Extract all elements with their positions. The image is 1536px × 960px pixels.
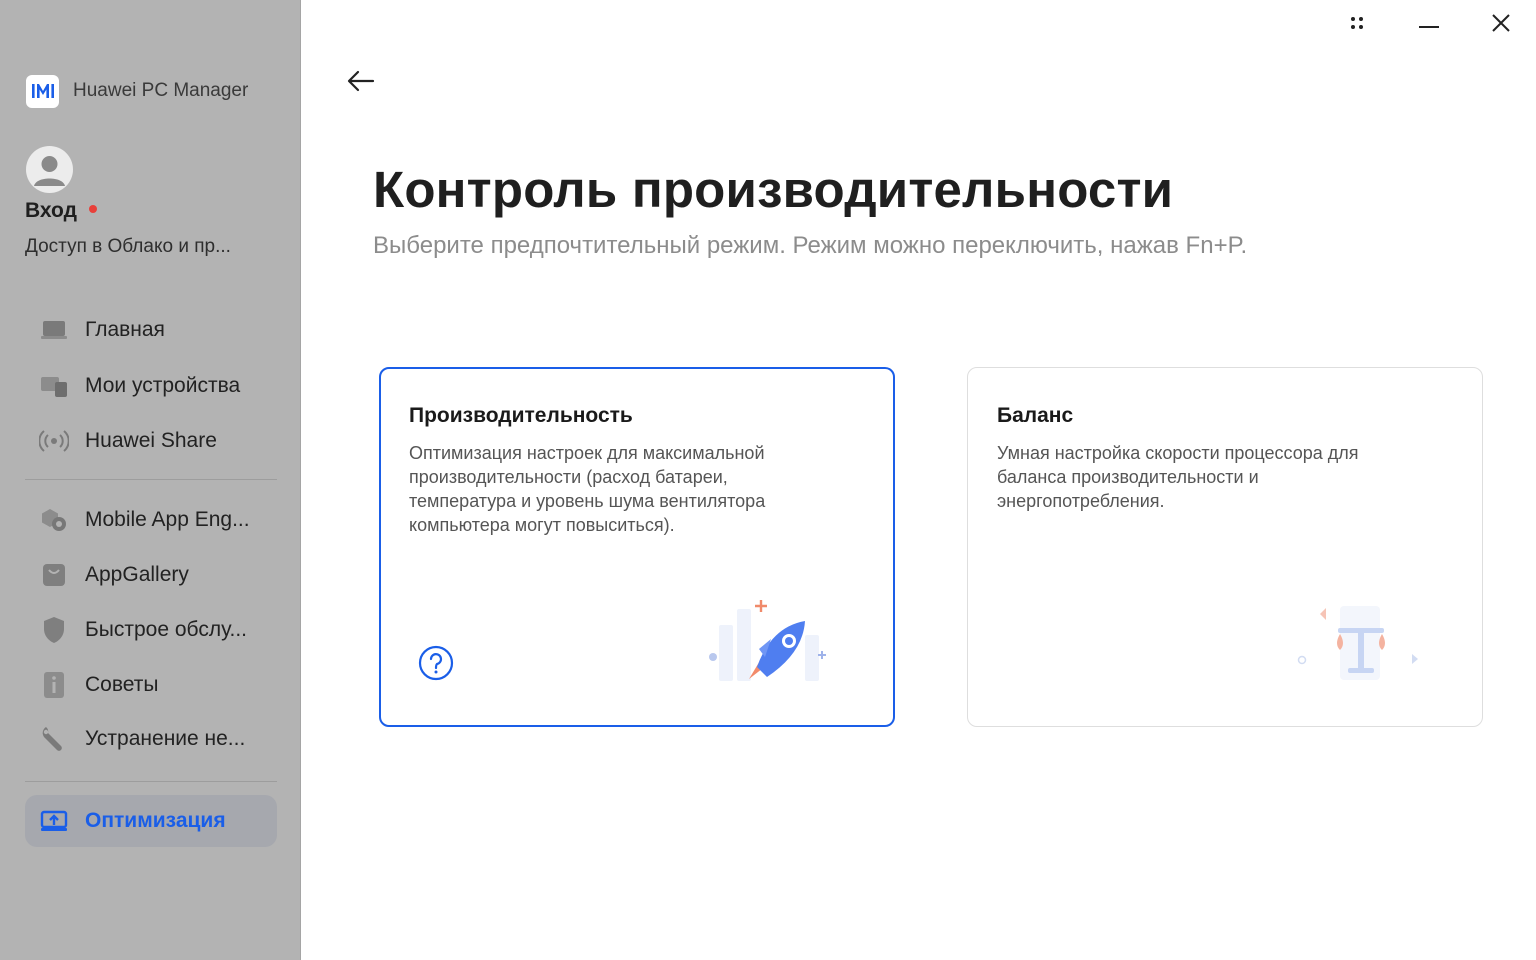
sidebar-item-home[interactable]: Главная xyxy=(25,304,277,356)
optimize-icon xyxy=(39,806,69,836)
sidebar-item-label: Оптимизация xyxy=(85,809,226,832)
sidebar-item-label: Mobile App Eng... xyxy=(85,508,250,531)
mode-card-description: Умная настройка скорости процессора для … xyxy=(997,443,1359,511)
sidebar-item-label: Главная xyxy=(85,318,165,341)
sidebar-item-huawei-share[interactable]: Huawei Share xyxy=(25,415,277,467)
app-brand: Huawei PC Manager xyxy=(26,74,249,108)
sidebar-item-quick-service[interactable]: Быстрое обслу... xyxy=(25,604,277,656)
login-label[interactable]: Вход xyxy=(25,199,77,223)
more-button[interactable] xyxy=(1342,10,1372,40)
sidebar-item-label: Мои устройства xyxy=(85,374,241,397)
sidebar-item-mobile-app-engine[interactable]: Mobile App Eng... xyxy=(25,494,277,546)
more-icon xyxy=(1349,15,1365,36)
mode-card-balance[interactable]: Баланс Умная настройка скорости процессо… xyxy=(967,367,1483,727)
sidebar-item-label: Устранение не... xyxy=(85,727,246,750)
login-link[interactable]: Вход xyxy=(25,199,97,223)
mode-card-title: Баланс xyxy=(997,404,1074,427)
sidebar-item-devices[interactable]: Мои устройства xyxy=(25,360,277,412)
page-title: Контроль производительности xyxy=(373,161,1174,218)
help-button[interactable] xyxy=(417,645,455,686)
sidebar-item-label: Советы xyxy=(85,673,159,696)
balance-scale-icon xyxy=(1294,598,1424,689)
minimize-button[interactable] xyxy=(1414,10,1444,40)
sidebar-divider xyxy=(25,479,277,480)
account-subtitle[interactable]: Доступ в Облако и пр... xyxy=(25,236,255,258)
app-logo-icon xyxy=(26,74,59,108)
shield-icon xyxy=(39,615,69,645)
sidebar-item-appgallery[interactable]: AppGallery xyxy=(25,549,277,601)
question-circle-icon xyxy=(418,645,454,686)
wrench-icon xyxy=(39,724,69,754)
close-icon xyxy=(1492,13,1510,37)
app-engine-icon xyxy=(39,505,69,535)
back-button[interactable] xyxy=(344,66,378,100)
sidebar-item-tips[interactable]: Советы xyxy=(25,659,277,711)
sidebar-item-optimization[interactable]: Оптимизация xyxy=(25,795,277,847)
wireless-share-icon xyxy=(39,426,69,456)
shopping-bag-icon xyxy=(39,560,69,590)
page-subtitle: Выберите предпочтительный режим. Режим м… xyxy=(373,232,1248,259)
minimize-icon xyxy=(1419,16,1439,34)
sidebar-item-label: Быстрое обслу... xyxy=(85,618,247,641)
rocket-icon xyxy=(705,597,835,692)
info-book-icon xyxy=(39,670,69,700)
mode-card-title: Производительность xyxy=(409,404,633,427)
sidebar-item-label: Huawei Share xyxy=(85,429,217,452)
devices-icon xyxy=(39,371,69,401)
laptop-icon xyxy=(39,315,69,345)
avatar[interactable] xyxy=(26,146,73,193)
sidebar: Huawei PC Manager Вход Доступ в Облако и… xyxy=(0,0,301,960)
sidebar-item-label: AppGallery xyxy=(85,563,189,586)
mode-card-performance[interactable]: Производительность Оптимизация настроек … xyxy=(379,367,895,727)
app-name: Huawei PC Manager xyxy=(73,80,249,101)
sidebar-item-troubleshooting[interactable]: Устранение не... xyxy=(25,713,277,765)
notification-dot xyxy=(88,205,97,213)
back-arrow-icon xyxy=(347,70,375,97)
close-button[interactable] xyxy=(1486,10,1516,40)
mode-card-description: Оптимизация настроек для максимальной пр… xyxy=(409,443,766,535)
sidebar-divider xyxy=(25,781,277,782)
